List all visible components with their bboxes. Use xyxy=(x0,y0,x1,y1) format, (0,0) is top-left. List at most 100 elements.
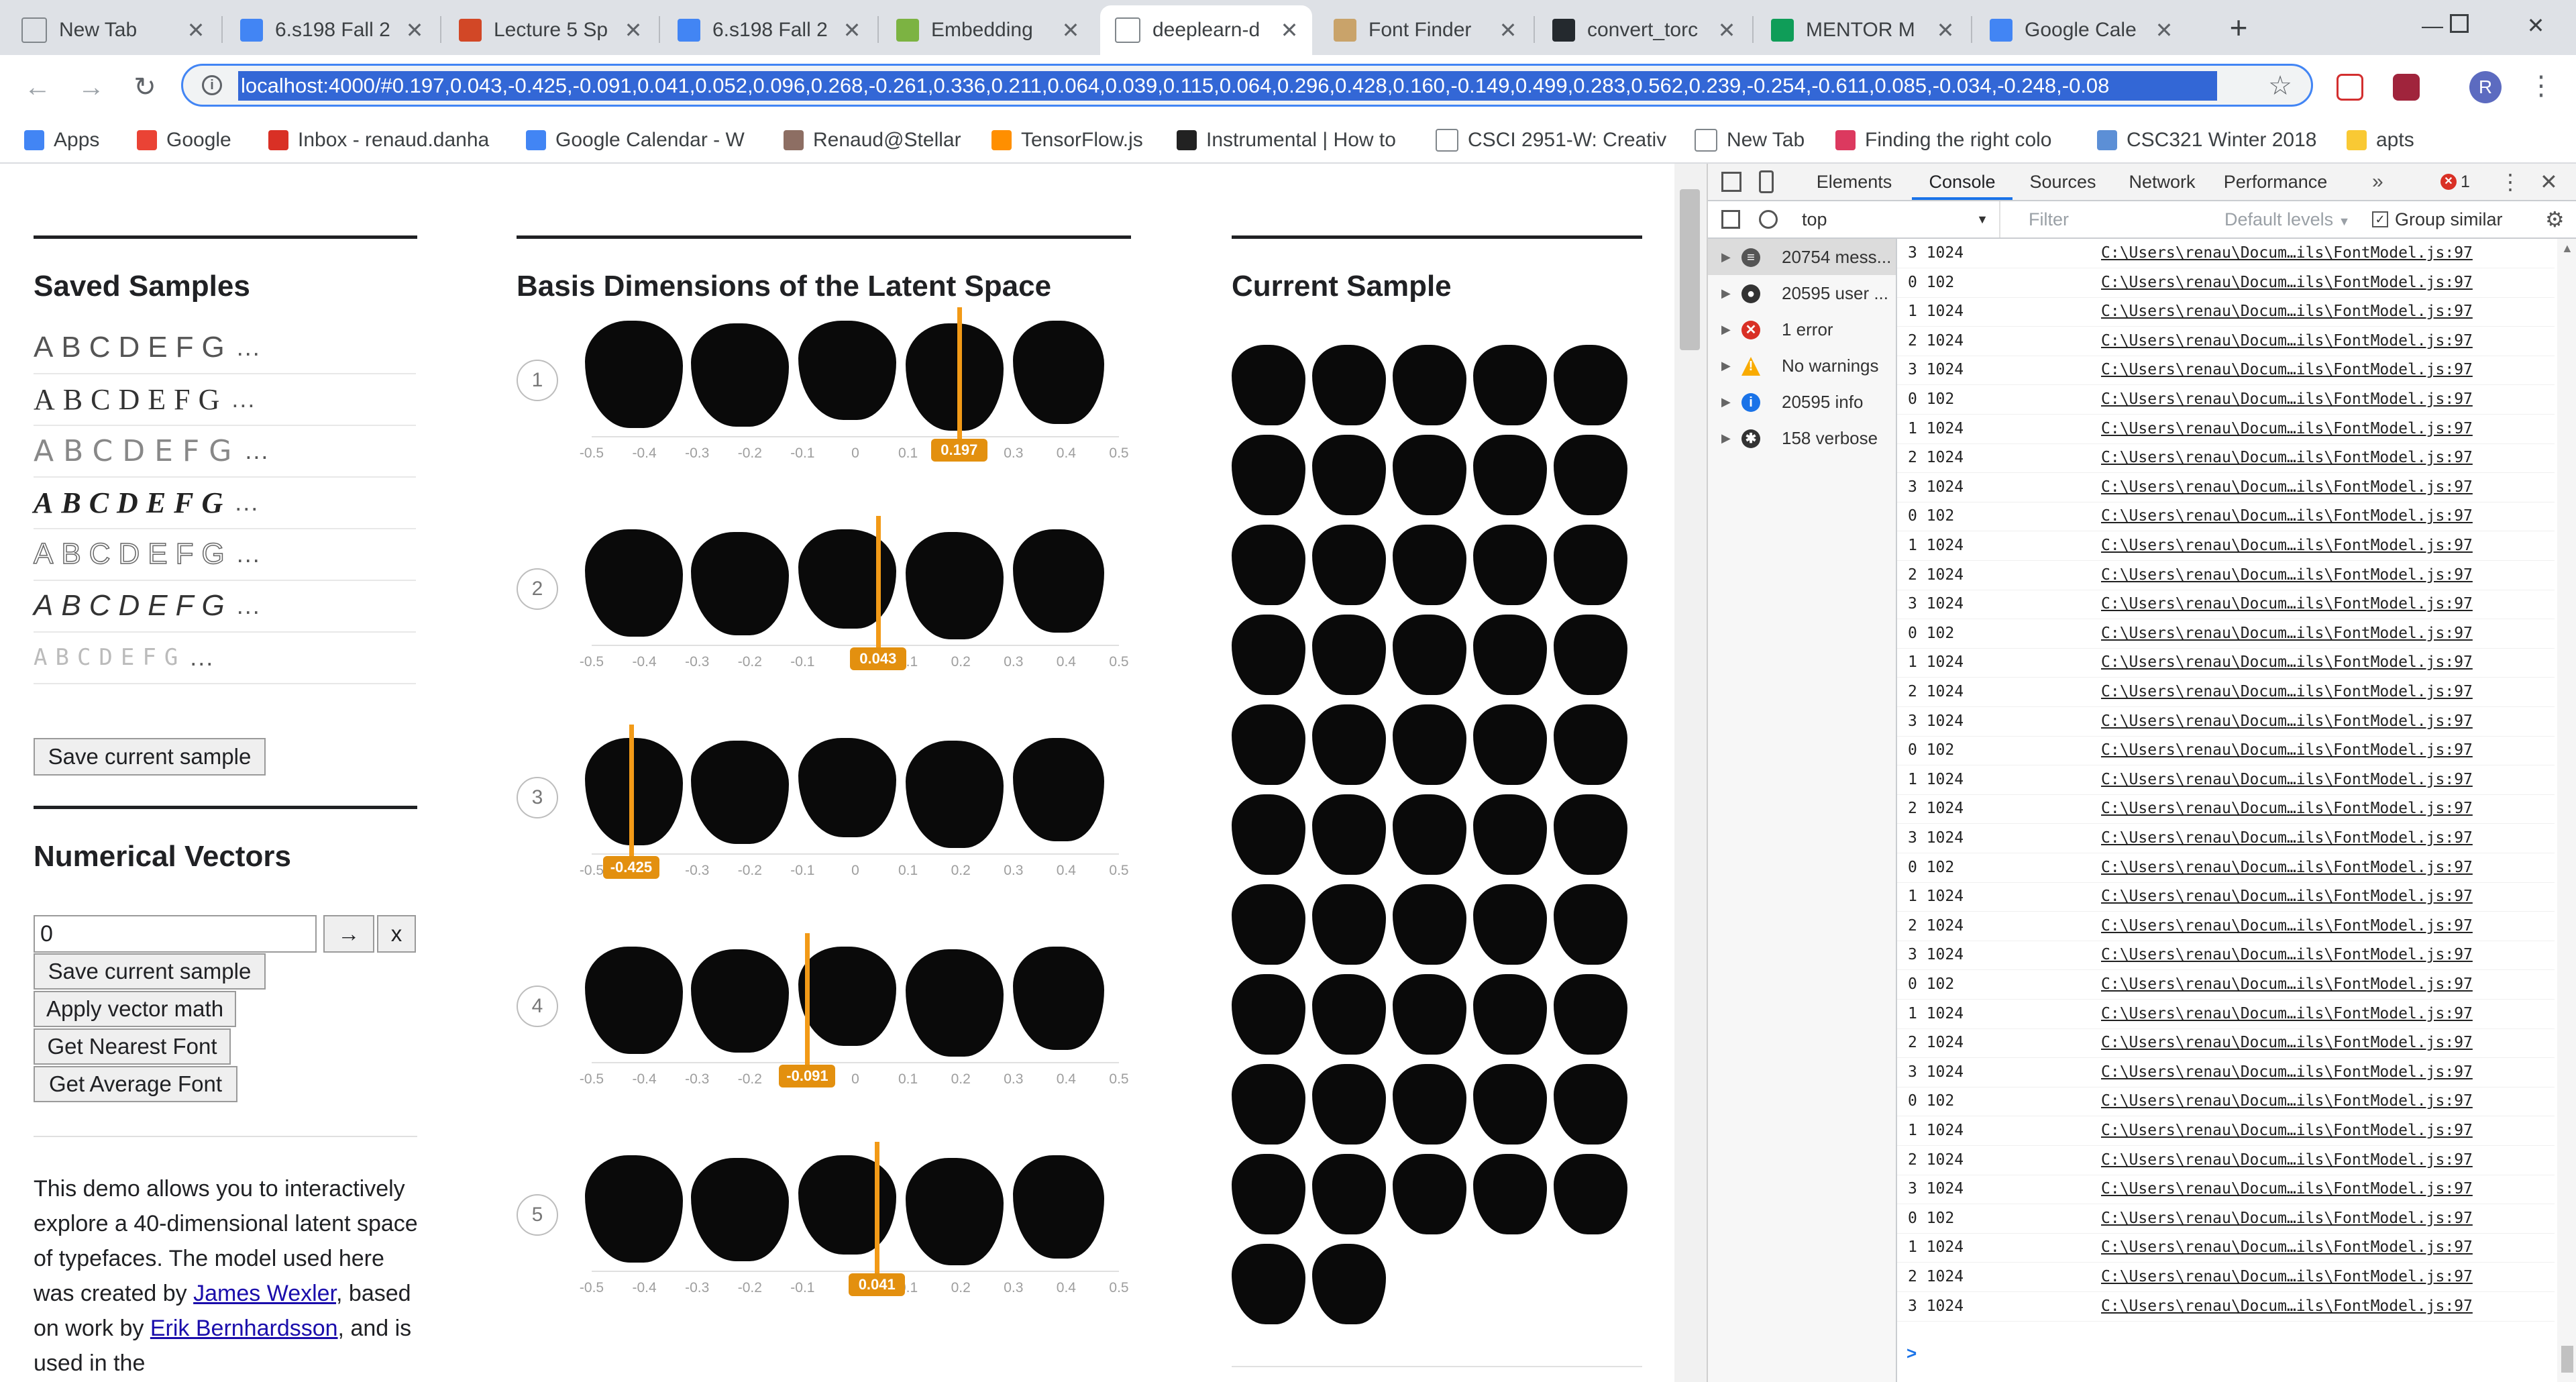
log-source-link[interactable]: C:\Users\renau\Docum…ils\FontModel.js:97 xyxy=(2101,415,2473,443)
log-source-link[interactable]: C:\Users\renau\Docum…ils\FontModel.js:97 xyxy=(2101,473,2473,502)
log-source-link[interactable]: C:\Users\renau\Docum…ils\FontModel.js:97 xyxy=(2101,736,2473,765)
slider-track[interactable] xyxy=(592,645,1119,646)
bookmark-9[interactable]: New Tab xyxy=(1695,126,1822,154)
expand-arrow-icon[interactable]: ▶ xyxy=(1721,348,1731,384)
tab-8[interactable]: convert_torc ✕ xyxy=(1538,5,1750,55)
log-source-link[interactable]: C:\Users\renau\Docum…ils\FontModel.js:97 xyxy=(2101,1204,2473,1233)
console-scrollbar[interactable]: ▲ xyxy=(2557,239,2576,1382)
erik-bernhardsson-link[interactable]: Erik Bernhardsson xyxy=(150,1316,338,1341)
slider-handle[interactable] xyxy=(875,1142,880,1273)
saved-sample-row[interactable]: ABCDEFG... xyxy=(34,632,416,684)
expand-arrow-icon[interactable]: ▶ xyxy=(1721,275,1731,311)
console-filter-item[interactable]: ▶ ✱ 158 verbose xyxy=(1708,420,1896,456)
bookmark-7[interactable]: Instrumental | How to xyxy=(1177,126,1418,154)
new-tab-button[interactable]: + xyxy=(2222,11,2255,44)
log-source-link[interactable]: C:\Users\renau\Docum…ils\FontModel.js:97 xyxy=(2101,882,2473,911)
devtools-tab-elements[interactable]: Elements xyxy=(1807,164,1901,200)
tab-5[interactable]: Embedding ✕ xyxy=(881,5,1093,55)
close-tab-icon[interactable]: ✕ xyxy=(1713,17,1740,43)
bookmark-star-icon[interactable]: ☆ xyxy=(2268,70,2292,102)
address-bar[interactable]: i localhost:4000/#0.197,0.043,-0.425,-0.… xyxy=(181,64,2313,107)
log-source-link[interactable]: C:\Users\renau\Docum…ils\FontModel.js:97 xyxy=(2101,443,2473,472)
log-source-link[interactable]: C:\Users\renau\Docum…ils\FontModel.js:97 xyxy=(2101,1028,2473,1057)
console-filter-item[interactable]: ▶ ● 20595 user ... xyxy=(1708,275,1896,311)
devtools-tab-console[interactable]: Console xyxy=(1912,164,2012,200)
pocket-extension-icon[interactable] xyxy=(2337,74,2363,101)
get-average-font-button[interactable]: Get Average Font xyxy=(34,1066,237,1102)
bookmark-1[interactable]: Apps xyxy=(24,126,118,154)
log-source-link[interactable]: C:\Users\renau\Docum…ils\FontModel.js:97 xyxy=(2101,1233,2473,1262)
slider-track[interactable] xyxy=(592,436,1119,437)
bookmark-10[interactable]: Finding the right colo xyxy=(1835,126,2084,154)
expand-arrow-icon[interactable]: ▶ xyxy=(1721,384,1731,420)
tab-7[interactable]: Font Finder ✕ xyxy=(1319,5,1531,55)
log-source-link[interactable]: C:\Users\renau\Docum…ils\FontModel.js:97 xyxy=(2101,590,2473,619)
inspect-icon[interactable] xyxy=(1721,172,1741,192)
tab-6[interactable]: deeplearn-d ✕ xyxy=(1100,5,1312,55)
bookmark-6[interactable]: TensorFlow.js xyxy=(991,126,1159,154)
bookmark-8[interactable]: CSCI 2951-W: Creativ xyxy=(1436,126,1677,154)
clear-button[interactable]: x xyxy=(377,915,416,953)
save-current-sample-button[interactable]: Save current sample xyxy=(34,738,266,776)
tab-9[interactable]: MENTOR M ✕ xyxy=(1756,5,1968,55)
log-source-link[interactable]: C:\Users\renau\Docum…ils\FontModel.js:97 xyxy=(2101,678,2473,706)
expand-arrow-icon[interactable]: ▶ xyxy=(1721,311,1731,348)
close-window-button[interactable]: ✕ xyxy=(2509,7,2563,44)
avatar[interactable]: R xyxy=(2469,71,2502,103)
get-nearest-font-button[interactable]: Get Nearest Font xyxy=(34,1028,231,1065)
extension-icon[interactable] xyxy=(2393,74,2420,101)
chrome-menu-icon[interactable]: ⋮ xyxy=(2528,68,2555,103)
tab-1[interactable]: New Tab ✕ xyxy=(7,5,219,55)
log-source-link[interactable]: C:\Users\renau\Docum…ils\FontModel.js:97 xyxy=(2101,1175,2473,1204)
log-source-link[interactable]: C:\Users\renau\Docum…ils\FontModel.js:97 xyxy=(2101,1292,2473,1321)
error-count[interactable]: 1 xyxy=(2461,164,2470,200)
expand-arrow-icon[interactable]: ▶ xyxy=(1721,420,1731,456)
close-tab-icon[interactable]: ✕ xyxy=(1495,17,1521,43)
slider-handle[interactable] xyxy=(805,933,810,1065)
close-tab-icon[interactable]: ✕ xyxy=(2151,17,2178,43)
scroll-up-icon[interactable]: ▲ xyxy=(2561,242,2573,256)
james-wexler-link[interactable]: James Wexler xyxy=(193,1281,336,1306)
close-devtools-icon[interactable]: ✕ xyxy=(2540,164,2558,200)
saved-sample-row[interactable]: ABCDEFG... xyxy=(34,374,416,426)
slider-handle[interactable] xyxy=(875,516,881,647)
saved-sample-row[interactable]: ABCDEFG... xyxy=(34,322,416,374)
bookmark-2[interactable]: Google xyxy=(137,126,251,154)
tab-2[interactable]: 6.s198 Fall 2 ✕ xyxy=(225,5,437,55)
log-source-link[interactable]: C:\Users\renau\Docum…ils\FontModel.js:97 xyxy=(2101,531,2473,560)
restore-button[interactable] xyxy=(2432,7,2486,44)
bookmark-4[interactable]: Google Calendar - W xyxy=(526,126,767,154)
slider-handle[interactable] xyxy=(957,307,962,439)
devtools-tab-sources[interactable]: Sources xyxy=(2019,164,2106,200)
saved-sample-row[interactable]: ABCDEFG... xyxy=(33,529,416,581)
slider-track[interactable] xyxy=(592,1062,1119,1063)
url-text[interactable]: localhost:4000/#0.197,0.043,-0.425,-0.09… xyxy=(238,71,2217,101)
saved-sample-row[interactable]: ABCDEFG... xyxy=(34,425,416,478)
log-source-link[interactable]: C:\Users\renau\Docum…ils\FontModel.js:97 xyxy=(2101,648,2473,677)
close-tab-icon[interactable]: ✕ xyxy=(401,17,428,43)
log-source-link[interactable]: C:\Users\renau\Docum…ils\FontModel.js:97 xyxy=(2101,824,2473,853)
devtools-tab-performance[interactable]: Performance xyxy=(2215,164,2336,200)
page-scrollbar[interactable] xyxy=(1674,164,1707,1382)
console-filter-item[interactable]: ▶ ✕ 1 error xyxy=(1708,311,1896,348)
saved-sample-row[interactable]: ABCDEFG... xyxy=(34,477,416,529)
log-source-link[interactable]: C:\Users\renau\Docum…ils\FontModel.js:97 xyxy=(2101,1000,2473,1028)
log-source-link[interactable]: C:\Users\renau\Docum…ils\FontModel.js:97 xyxy=(2101,327,2473,356)
log-source-link[interactable]: C:\Users\renau\Docum…ils\FontModel.js:97 xyxy=(2101,239,2473,268)
back-button[interactable]: ← xyxy=(19,68,56,106)
scrollbar-thumb[interactable] xyxy=(1680,189,1700,350)
bookmark-12[interactable]: apts xyxy=(2347,126,2454,154)
log-source-link[interactable]: C:\Users\renau\Docum…ils\FontModel.js:97 xyxy=(2101,385,2473,414)
info-icon[interactable]: i xyxy=(202,75,222,95)
save-current-sample-button[interactable]: Save current sample xyxy=(34,953,266,990)
close-tab-icon[interactable]: ✕ xyxy=(1276,17,1303,43)
forward-button[interactable]: → xyxy=(72,68,110,106)
bookmark-3[interactable]: Inbox - renaud.danha xyxy=(268,126,510,154)
log-source-link[interactable]: C:\Users\renau\Docum…ils\FontModel.js:97 xyxy=(2101,1263,2473,1291)
context-selector[interactable]: top ▼ xyxy=(1802,201,2000,237)
filter-input[interactable]: Filter xyxy=(2029,201,2196,237)
error-icon[interactable]: ✕ xyxy=(2440,174,2457,190)
more-tabs-icon[interactable]: » xyxy=(2372,164,2383,200)
slider-handle[interactable] xyxy=(629,725,634,856)
log-source-link[interactable]: C:\Users\renau\Docum…ils\FontModel.js:97 xyxy=(2101,853,2473,882)
